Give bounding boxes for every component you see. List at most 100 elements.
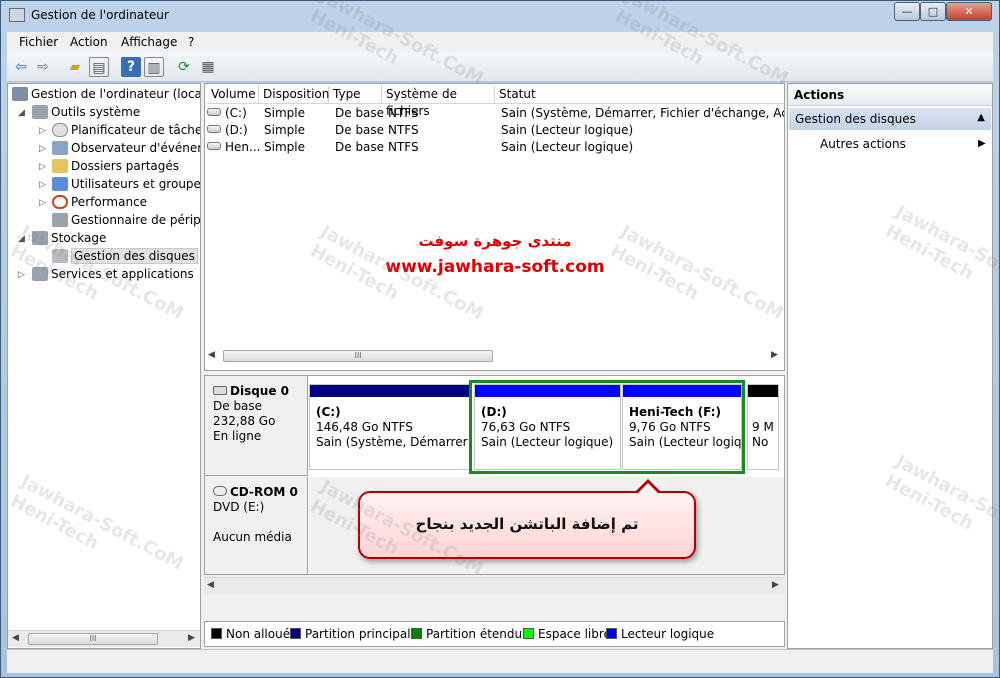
scroll-thumb[interactable]: III (28, 633, 158, 645)
volume-list-scrollbar[interactable]: ◀ III ▶ (205, 348, 784, 365)
tree-item-observateur[interactable]: Observateur d'événeme (52, 139, 200, 157)
folder-up-icon[interactable]: ▰ (65, 57, 85, 77)
collapse-up-icon[interactable]: ▲ (977, 112, 985, 123)
clock-icon (52, 123, 68, 137)
properties-icon[interactable]: ▥ (144, 57, 164, 77)
scroll-left-icon[interactable]: ◀ (208, 350, 215, 360)
partition-d[interactable]: (D:) 76,63 Go NTFS Sain (Lecteur logique… (474, 384, 621, 470)
expand-arrow-icon[interactable]: ▷ (39, 126, 46, 136)
forward-arrow-icon[interactable]: ⇨ (33, 57, 53, 77)
expand-arrow-icon[interactable]: ▷ (39, 198, 46, 208)
scroll-right-icon[interactable]: ▶ (772, 580, 779, 590)
menu-fichier[interactable]: Fichier (19, 35, 58, 49)
tree-item-gestion-disques[interactable]: Gestion des disques (52, 247, 198, 265)
help-icon[interactable]: ? (121, 57, 141, 77)
column-header-status[interactable]: Statut (495, 86, 784, 104)
disk0-size: 232,88 Go (213, 414, 276, 428)
window-title: Gestion de l'ordinateur (31, 8, 169, 22)
forum-url: www.jawhara-soft.com (385, 257, 605, 277)
actions-section-label: Gestion des disques (795, 112, 916, 126)
tree-item-outils[interactable]: Outils système (32, 103, 140, 121)
tree-label: Outils système (51, 105, 141, 119)
minimize-button[interactable]: — (894, 2, 920, 21)
expand-arrow-icon[interactable]: ▷ (18, 270, 25, 280)
legend-item: Partition principale (290, 627, 418, 641)
actions-section-disk-management[interactable]: Gestion des disques ▲ (789, 108, 991, 130)
partition-text: Heni-Tech (F:) 9,76 Go NTFS Sain (Lecteu… (629, 405, 741, 450)
disk-area-scrollbar[interactable]: ◀ ▶ (204, 577, 785, 594)
partition-unallocated[interactable]: 9 M No (747, 384, 779, 470)
tree-item-dossiers[interactable]: Dossiers partagés (52, 157, 179, 175)
volume-row[interactable]: (D:) Simple De base NTFS Sain (Lecteur l… (205, 122, 784, 139)
scroll-left-icon[interactable]: ◀ (207, 580, 214, 590)
tree-label: Observateur d'événeme (71, 141, 200, 155)
column-header-filesystem[interactable]: Système de fichiers (382, 86, 495, 118)
disk0-header[interactable]: Disque 0 De base 232,88 Go En ligne (205, 376, 308, 476)
cdrom0-name: CD-ROM 0 (230, 485, 298, 499)
tree-item-root[interactable]: Gestion de l'ordinateur (local) (12, 85, 200, 103)
legend-item: Non alloué (211, 627, 290, 641)
cdrom0-header[interactable]: CD-ROM 0 DVD (E:) Aucun média (205, 477, 308, 574)
tree-label: Utilisateurs et groupes l (71, 177, 201, 191)
legend-label: Non alloué (226, 627, 291, 641)
filesystem-cell: NTFS (388, 123, 419, 137)
volume-name: (C:) (225, 106, 247, 120)
partition-c[interactable]: (C:) 146,48 Go NTFS Sain (Système, Démar… (309, 384, 471, 470)
console-tree-icon[interactable]: ▤ (89, 57, 109, 77)
action-other-actions[interactable]: Autres actions (820, 137, 906, 151)
column-header-type[interactable]: Type (329, 86, 382, 104)
tree-item-services[interactable]: Services et applications (32, 265, 194, 283)
event-viewer-icon (52, 141, 68, 155)
back-arrow-icon[interactable]: ⇦ (11, 57, 31, 77)
title-bar: Gestion de l'ordinateur — □ ✕ (1, 1, 999, 31)
refresh-icon[interactable]: ⟳ (174, 57, 194, 77)
disposition-cell: Simple (264, 140, 305, 154)
legend-swatch (290, 628, 301, 639)
type-cell: De base (335, 123, 385, 137)
volume-row[interactable]: (C:) Simple De base NTFS Sain (Système, … (205, 105, 784, 122)
collapse-arrow-icon[interactable]: ◢ (18, 234, 25, 244)
tree-item-performance[interactable]: Performance (52, 193, 147, 211)
app-window: Gestion de l'ordinateur — □ ✕ Fichier Ac… (0, 0, 1000, 678)
scroll-left-icon[interactable]: ◀ (12, 633, 19, 643)
menu-affichage[interactable]: Affichage (121, 35, 177, 49)
scroll-right-icon[interactable]: ▶ (771, 350, 778, 360)
export-icon[interactable]: ▦ (198, 57, 218, 77)
partition-status: No (752, 435, 769, 449)
menu-help[interactable]: ? (188, 35, 194, 49)
tree-horizontal-scrollbar[interactable]: ◀ III ▶ (8, 630, 200, 647)
disk0-name: Disque 0 (230, 384, 290, 398)
storage-icon (32, 231, 48, 245)
legend-item: Lecteur logique (606, 627, 714, 641)
status-cell: Sain (Système, Démarrer, Fichier d'échan… (501, 106, 784, 120)
partition-f[interactable]: Heni-Tech (F:) 9,76 Go NTFS Sain (Lecteu… (622, 384, 742, 470)
legend-label: Partition étendue (426, 627, 530, 641)
close-button[interactable]: ✕ (946, 2, 992, 21)
column-header-volume[interactable]: Volume (207, 86, 259, 104)
volume-row[interactable]: Hen... Simple De base NTFS Sain (Lecteur… (205, 139, 784, 156)
actions-pane: Actions Gestion des disques ▲ Autres act… (787, 83, 993, 649)
collapse-arrow-icon[interactable]: ◢ (18, 108, 25, 118)
column-header-disposition[interactable]: Disposition (259, 86, 329, 104)
expand-arrow-icon[interactable]: ▷ (39, 162, 46, 172)
scroll-thumb[interactable]: III (223, 350, 493, 362)
menu-bar: Fichier Action Affichage ? (7, 32, 993, 52)
maximize-button[interactable]: □ (920, 2, 946, 21)
partition-bar (310, 385, 470, 397)
menu-action[interactable]: Action (70, 35, 108, 49)
partition-status: Sain (Lecteur logiqu (629, 435, 741, 449)
volume-cell: (C:) (207, 106, 247, 120)
tree-item-utilisateurs[interactable]: Utilisateurs et groupes l (52, 175, 201, 193)
legend-label: Partition principale (305, 627, 418, 641)
partition-size: 146,48 Go NTFS (316, 420, 413, 434)
tree-item-stockage[interactable]: Stockage (32, 229, 106, 247)
tree-item-gestionnaire[interactable]: Gestionnaire de périphé (52, 211, 200, 229)
tree-item-planificateur[interactable]: Planificateur de tâches (52, 121, 200, 139)
tree-label: Stockage (51, 231, 107, 245)
tree-label: Performance (71, 195, 148, 209)
expand-arrow-icon[interactable]: ▷ (39, 144, 46, 154)
submenu-arrow-icon[interactable]: ▶ (978, 138, 986, 149)
expand-arrow-icon[interactable]: ▷ (39, 180, 46, 190)
scroll-right-icon[interactable]: ▶ (188, 633, 195, 643)
action-label: Autres actions (820, 137, 906, 151)
